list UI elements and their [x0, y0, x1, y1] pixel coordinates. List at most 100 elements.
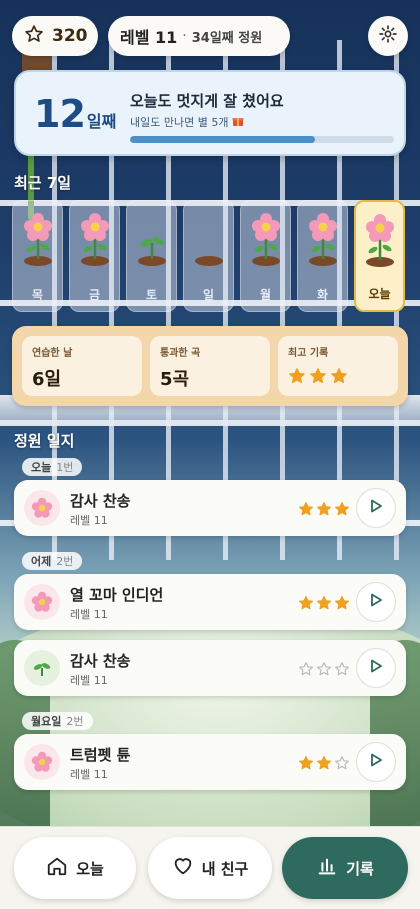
song-title: 감사 찬송 — [70, 492, 131, 510]
separator-dot: · — [182, 28, 187, 44]
song-level: 레벨 11 — [70, 674, 108, 687]
streak-card: 12 일째 오늘도 멋지게 잘 쳤어요 내일도 만나면 별 5개 — [14, 70, 406, 156]
play-icon — [368, 498, 384, 518]
day-cell[interactable]: 월 — [240, 200, 291, 312]
hill-glow — [0, 600, 420, 860]
day-cell[interactable]: 화 — [297, 200, 348, 312]
star-icon — [330, 367, 348, 390]
stat-value: 5곡 — [160, 369, 190, 390]
play-button[interactable] — [356, 648, 396, 688]
star-icon — [298, 661, 314, 681]
streak-unit: 일째 — [86, 112, 117, 131]
day-label: 화 — [316, 288, 329, 302]
flower-icon — [298, 209, 347, 285]
star-icon — [298, 755, 314, 775]
day-label: 목 — [31, 288, 44, 302]
song-card[interactable]: 감사 찬송 레벨 11 — [14, 480, 406, 536]
star-icon — [334, 595, 350, 615]
nav-records-button[interactable]: 기록 — [282, 837, 408, 899]
nav-friends-button[interactable]: 내 친구 — [148, 837, 272, 899]
stat-passed-songs: 통과한 곡 5곡 — [150, 336, 270, 396]
streak-number: 12 — [34, 92, 86, 136]
streak-progress-bar — [130, 136, 394, 143]
song-title: 트럼펫 튠 — [70, 746, 131, 764]
stat-value: 6일 — [32, 369, 62, 390]
song-stars — [298, 501, 350, 521]
nav-friends-label: 내 친구 — [201, 859, 249, 878]
stat-label: 연습한 날 — [32, 348, 73, 359]
recent-days-row: 목 금 토 일 월 화 오늘 — [12, 200, 410, 314]
bottom-nav: 오늘 내 친구 기록 — [0, 826, 420, 909]
settings-button[interactable] — [368, 16, 408, 56]
song-card[interactable]: 감사 찬송 레벨 11 — [14, 640, 406, 696]
recent-title: 최근 7일 — [14, 174, 72, 192]
day-cell[interactable]: 금 — [69, 200, 120, 312]
flower-icon — [13, 209, 62, 285]
star-icon — [316, 595, 332, 615]
song-card[interactable]: 트럼펫 튠 레벨 11 — [14, 734, 406, 790]
home-icon — [46, 855, 68, 881]
day-label: 토 — [145, 288, 158, 302]
streak-sub-label: 내일도 만나면 별 5개 — [130, 116, 229, 129]
level-label: 레벨 11 — [120, 28, 178, 47]
play-button[interactable] — [356, 488, 396, 528]
stat-practice-days: 연습한 날 6일 — [22, 336, 142, 396]
play-button[interactable] — [356, 742, 396, 782]
sprout-icon — [127, 209, 176, 285]
date-chip: 어제 2번 — [22, 552, 83, 570]
day-cell[interactable]: 토 — [126, 200, 177, 312]
play-count: 1번 — [56, 461, 74, 474]
nav-today-label: 오늘 — [76, 859, 104, 878]
flower-icon — [24, 490, 60, 526]
star-icon — [298, 595, 314, 615]
stats-panel: 연습한 날 6일 통과한 곡 5곡 최고 기록 — [12, 326, 408, 406]
song-title: 열 꼬마 인디언 — [70, 586, 164, 604]
log-title: 정원 일지 — [14, 432, 75, 450]
heart-icon — [172, 855, 194, 881]
song-level: 레벨 11 — [70, 608, 108, 621]
date-label: 어제 — [31, 555, 52, 568]
streak-progress-fill — [130, 136, 315, 143]
play-count: 2번 — [56, 555, 74, 568]
flower-icon — [24, 744, 60, 780]
star-icon — [316, 661, 332, 681]
star-icon — [298, 501, 314, 521]
play-icon — [368, 592, 384, 612]
day-label: 월 — [259, 288, 272, 302]
nav-today-button[interactable]: 오늘 — [14, 837, 136, 899]
gear-icon — [378, 24, 398, 48]
streak-message: 오늘도 멋지게 잘 쳤어요 — [130, 92, 284, 110]
date-chip: 월요일 2번 — [22, 712, 93, 730]
stat-best-record: 최고 기록 — [278, 336, 398, 396]
streak-subtext: 내일도 만나면 별 5개 — [130, 114, 244, 130]
day-label: 오늘 — [368, 287, 391, 301]
star-icon — [316, 501, 332, 521]
stat-label: 최고 기록 — [288, 348, 329, 359]
play-button[interactable] — [356, 582, 396, 622]
flower-icon — [24, 584, 60, 620]
date-label: 오늘 — [31, 461, 52, 474]
star-count-badge[interactable]: 320 — [12, 16, 98, 56]
day-cell-today[interactable]: 오늘 — [354, 200, 405, 312]
star-icon — [309, 367, 327, 390]
play-icon — [368, 658, 384, 678]
soil-icon — [184, 209, 233, 285]
day-label: 금 — [88, 288, 101, 302]
nav-records-label: 기록 — [346, 859, 374, 878]
sprout-icon — [24, 650, 60, 686]
day-cell[interactable]: 목 — [12, 200, 63, 312]
day-cell[interactable]: 일 — [183, 200, 234, 312]
star-icon — [334, 501, 350, 521]
flower-icon — [70, 209, 119, 285]
date-chip: 오늘 1번 — [22, 458, 83, 476]
garden-days: 34일째 정원 — [191, 30, 263, 46]
star-icon — [334, 661, 350, 681]
song-stars — [298, 755, 350, 775]
song-stars — [298, 661, 350, 681]
bar-chart-icon — [316, 855, 338, 881]
play-icon — [368, 752, 384, 772]
song-card[interactable]: 열 꼬마 인디언 레벨 11 — [14, 574, 406, 630]
song-level: 레벨 11 — [70, 768, 108, 781]
top-bar: 320 레벨 11 · 34일째 정원 — [12, 16, 408, 58]
date-label: 월요일 — [31, 715, 62, 728]
